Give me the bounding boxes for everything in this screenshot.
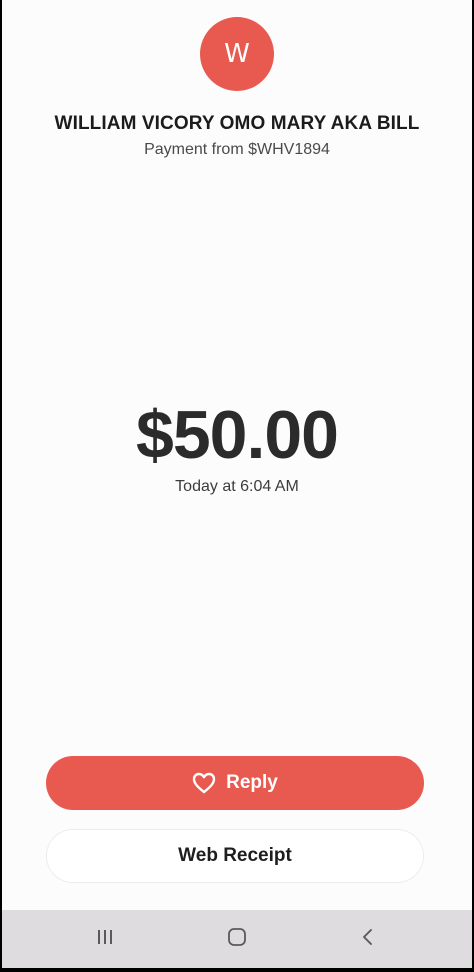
web-receipt-label: Web Receipt [178, 845, 292, 866]
contact-name: WILLIAM VICORY OMO MARY AKA BILL [54, 113, 420, 134]
avatar-initial: W [224, 39, 250, 69]
payment-detail-screen: W WILLIAM VICORY OMO MARY AKA BILL Payme… [2, 0, 472, 968]
avatar: W [200, 17, 274, 91]
heart-icon [192, 772, 216, 794]
recent-apps-icon [95, 928, 115, 951]
home-icon [226, 926, 248, 953]
back-button[interactable] [338, 910, 398, 968]
payment-subtitle: Payment from $WHV1894 [144, 141, 330, 158]
back-icon [360, 927, 376, 952]
recent-apps-button[interactable] [75, 910, 135, 968]
payment-time: Today at 6:04 AM [175, 478, 299, 495]
payment-amount: $50.00 [136, 397, 339, 473]
home-button[interactable] [207, 910, 267, 968]
web-receipt-button[interactable]: Web Receipt [46, 829, 424, 883]
reply-button[interactable]: Reply [46, 756, 424, 810]
system-nav-bar [2, 910, 472, 968]
reply-label: Reply [226, 772, 278, 793]
